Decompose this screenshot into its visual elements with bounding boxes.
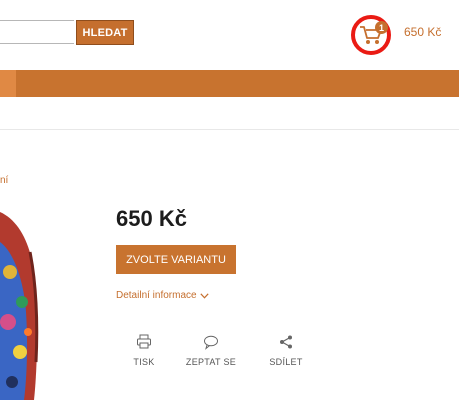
chevron-down-icon (199, 292, 209, 299)
divider (0, 129, 459, 130)
cart-total[interactable]: 650 Kč (404, 25, 441, 39)
chat-bubble-icon (204, 335, 218, 350)
choose-variant-button[interactable]: ZVOLTE VARIANTU (116, 245, 236, 274)
breadcrumb[interactable]: ní (0, 175, 8, 186)
search-button[interactable]: HLEDAT (76, 20, 134, 45)
print-action[interactable]: TISK (128, 334, 160, 367)
product-price: 650 Kč (116, 206, 187, 231)
details-link[interactable]: Detailní informace (116, 290, 209, 301)
print-label: TISK (133, 357, 155, 367)
nav-item-active[interactable] (0, 70, 16, 97)
ask-label: ZEPTAT SE (185, 357, 237, 367)
share-action[interactable]: SDÍLET (266, 334, 306, 367)
main-nav-bar[interactable] (0, 70, 459, 97)
share-icon (280, 335, 292, 349)
cart-count-badge: 1 (375, 21, 388, 34)
printer-icon (137, 334, 151, 349)
ask-action[interactable]: ZEPTAT SE (183, 334, 239, 367)
details-link-label: Detailní informace (116, 290, 197, 301)
search-input[interactable] (0, 20, 74, 44)
product-image[interactable] (0, 212, 40, 400)
share-label: SDÍLET (269, 357, 303, 367)
